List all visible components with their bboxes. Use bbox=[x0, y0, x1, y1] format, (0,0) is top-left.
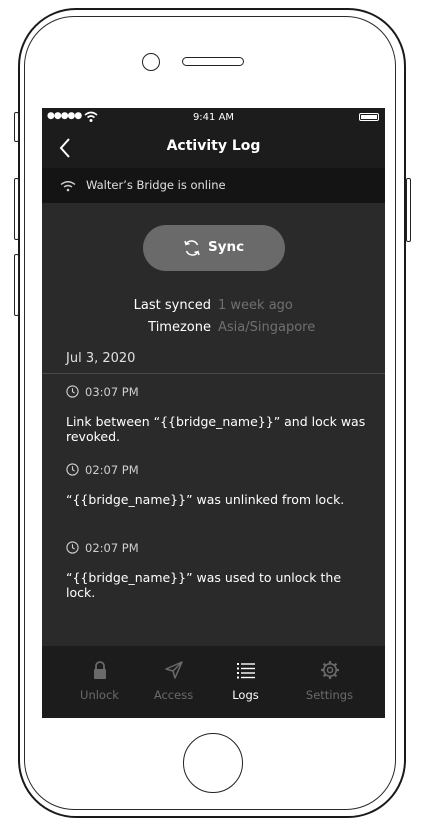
silent-switch bbox=[14, 112, 19, 142]
tab-settings[interactable]: Settings bbox=[287, 646, 372, 718]
bridge-status-banner: Walter’s Bridge is online bbox=[42, 168, 385, 203]
log-entry-text: “{{bridge_name}}” was used to unlock the… bbox=[66, 570, 342, 600]
tab-bar: Unlock Access Logs Settings bbox=[42, 646, 385, 718]
log-entry-text: Link between “{{bridge_name}}” and lock … bbox=[66, 414, 366, 444]
earpiece-speaker bbox=[182, 57, 244, 66]
log-entry-time-text: 02:07 PM bbox=[85, 541, 139, 555]
log-entry-text: “{{bridge_name}}” was unlinked from lock… bbox=[66, 492, 345, 507]
tab-unlock-label: Unlock bbox=[80, 688, 119, 702]
date-header: Jul 3, 2020 bbox=[66, 351, 136, 366]
sync-icon bbox=[184, 240, 200, 256]
page-title: Activity Log bbox=[166, 138, 261, 154]
tab-unlock[interactable]: Unlock bbox=[57, 646, 142, 718]
nav-bar: Activity Log bbox=[42, 128, 385, 168]
last-synced-label: Last synced bbox=[133, 298, 211, 313]
timezone-value: Asia/Singapore bbox=[218, 320, 316, 335]
sync-button[interactable]: Sync bbox=[143, 225, 285, 271]
tab-settings-label: Settings bbox=[305, 688, 354, 702]
lock-icon bbox=[94, 661, 106, 679]
power-button bbox=[406, 178, 411, 242]
sync-button-label: Sync bbox=[208, 239, 245, 255]
volume-down-button bbox=[14, 254, 19, 316]
tab-logs-label: Logs bbox=[232, 688, 259, 702]
battery-icon bbox=[359, 113, 379, 121]
status-bar: ●●●●● 9:41 AM bbox=[42, 108, 385, 128]
wifi-icon bbox=[60, 181, 76, 192]
log-entry-time: 02:07 PM bbox=[66, 463, 139, 477]
front-camera bbox=[142, 53, 160, 71]
gear-icon bbox=[321, 661, 339, 679]
send-icon bbox=[165, 661, 183, 679]
clock-icon bbox=[66, 385, 79, 398]
log-entry-time-text: 02:07 PM bbox=[85, 463, 139, 477]
list-icon bbox=[237, 663, 255, 679]
volume-up-button bbox=[14, 178, 19, 240]
tab-logs[interactable]: Logs bbox=[203, 646, 288, 718]
clock-icon bbox=[66, 463, 79, 476]
log-entry-time: 03:07 PM bbox=[66, 385, 139, 399]
divider bbox=[42, 373, 385, 374]
timezone-label: Timezone bbox=[148, 320, 211, 335]
home-button[interactable] bbox=[183, 733, 243, 793]
log-entry-time-text: 03:07 PM bbox=[85, 385, 139, 399]
bridge-status-text: Walter’s Bridge is online bbox=[86, 178, 226, 192]
log-entry-time: 02:07 PM bbox=[66, 541, 139, 555]
last-synced-value: 1 week ago bbox=[218, 298, 293, 313]
clock-icon bbox=[66, 541, 79, 554]
status-time: 9:41 AM bbox=[192, 112, 235, 123]
app-screen: ●●●●● 9:41 AM Activity Log Walter’s Brid… bbox=[42, 108, 385, 718]
